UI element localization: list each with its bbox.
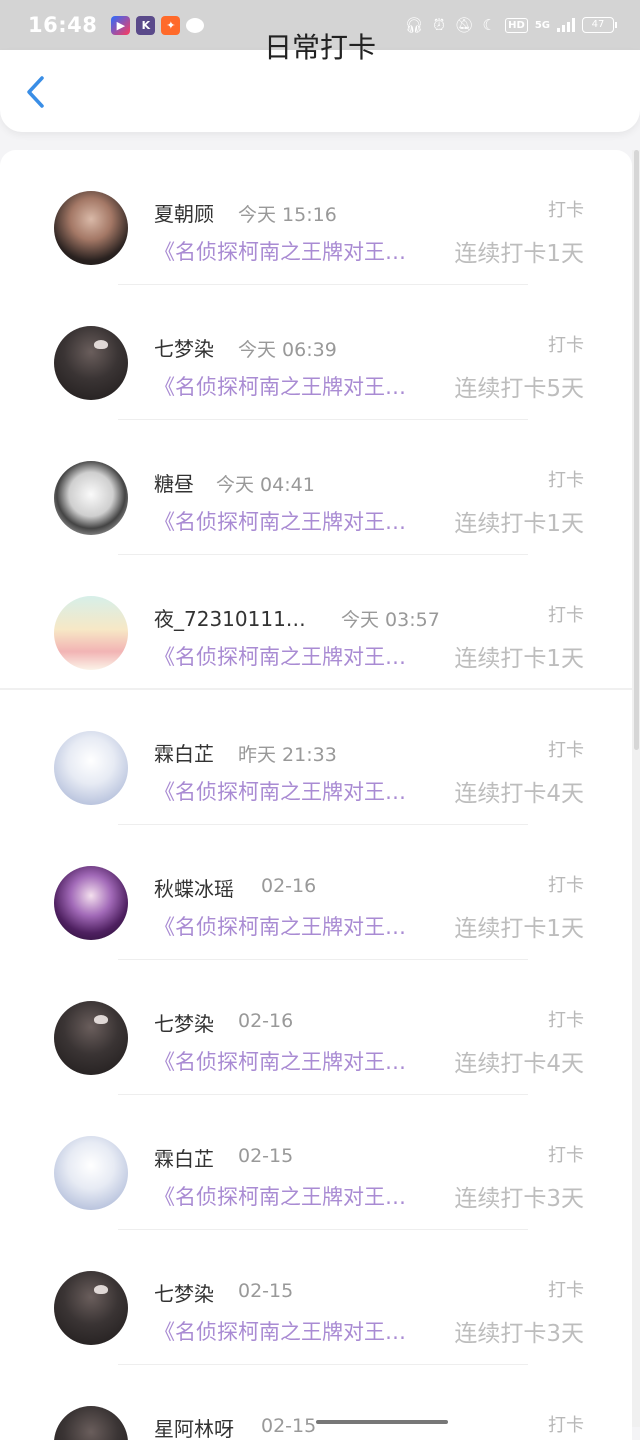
user-name[interactable]: 秋蝶冰瑶 — [154, 873, 234, 902]
checkin-time: 02-15 — [261, 1415, 317, 1437]
book-title-link[interactable]: 《名侦探柯南之王牌对王… — [154, 506, 406, 536]
avatar[interactable] — [54, 596, 128, 670]
book-title-link[interactable]: 《名侦探柯南之王牌对王… — [154, 236, 406, 266]
streak-text: 连续打卡5天 — [454, 376, 584, 402]
user-name[interactable]: 霖白芷 — [154, 738, 214, 767]
streak-text: 连续打卡4天 — [454, 1051, 584, 1077]
checkin-row[interactable]: 霖白芷 昨天 21:33 打卡 《名侦探柯南之王牌对王… 连续打卡4天 — [0, 690, 632, 825]
checkin-time: 今天 06:39 — [238, 339, 337, 361]
checkin-tag: 打卡 — [548, 740, 584, 761]
book-title-link[interactable]: 《名侦探柯南之王牌对王… — [154, 911, 406, 941]
book-title-link[interactable]: 《名侦探柯南之王牌对王… — [154, 371, 406, 401]
checkin-time: 今天 04:41 — [216, 474, 315, 496]
checkin-tag: 打卡 — [548, 200, 584, 221]
checkin-tag: 打卡 — [548, 335, 584, 356]
checkin-tag: 打卡 — [548, 1415, 584, 1436]
checkin-time: 02-16 — [238, 1010, 294, 1032]
checkin-list[interactable]: 夏朝顾 今天 15:16 打卡 《名侦探柯南之王牌对王… 连续打卡1天 七梦染 … — [0, 150, 632, 1440]
checkin-time: 昨天 21:33 — [238, 744, 337, 766]
checkin-time: 今天 15:16 — [238, 204, 337, 226]
streak-text: 连续打卡3天 — [454, 1186, 584, 1212]
checkin-time: 02-15 — [238, 1280, 294, 1302]
book-title-link[interactable]: 《名侦探柯南之王牌对王… — [154, 1181, 406, 1211]
checkin-row[interactable]: 糖昼 今天 04:41 打卡 《名侦探柯南之王牌对王… 连续打卡1天 — [0, 420, 632, 555]
avatar[interactable] — [54, 461, 128, 535]
checkin-tag: 打卡 — [548, 605, 584, 626]
avatar[interactable] — [54, 1271, 128, 1345]
checkin-tag: 打卡 — [548, 1280, 584, 1301]
checkin-row[interactable]: 夜_72310111… 今天 03:57 打卡 《名侦探柯南之王牌对王… 连续打… — [0, 555, 632, 690]
book-title-link[interactable]: 《名侦探柯南之王牌对王… — [154, 1316, 406, 1346]
checkin-time: 02-15 — [238, 1145, 294, 1167]
checkin-time: 今天 03:57 — [341, 609, 440, 631]
section-separator — [0, 688, 640, 690]
checkin-row[interactable]: 霖白芷 02-15 打卡 《名侦探柯南之王牌对王… 连续打卡3天 — [0, 1095, 632, 1230]
scrollbar-thumb[interactable] — [634, 150, 639, 750]
page-title: 日常打卡 — [263, 31, 376, 64]
user-name[interactable]: 霖白芷 — [154, 1143, 214, 1172]
checkin-tag: 打卡 — [548, 1010, 584, 1031]
avatar[interactable] — [54, 1001, 128, 1075]
checkin-row[interactable]: 夏朝顾 今天 15:16 打卡 《名侦探柯南之王牌对王… 连续打卡1天 — [0, 150, 632, 285]
user-name[interactable]: 夜_72310111… — [154, 603, 306, 632]
checkin-tag: 打卡 — [548, 470, 584, 491]
streak-text: 连续打卡1天 — [454, 511, 584, 537]
home-indicator[interactable] — [316, 1420, 448, 1424]
streak-text: 连续打卡1天 — [454, 916, 584, 942]
checkin-row[interactable]: 七梦染 02-15 打卡 《名侦探柯南之王牌对王… 连续打卡3天 — [0, 1230, 632, 1365]
book-title-link[interactable]: 《名侦探柯南之王牌对王… — [154, 1046, 406, 1076]
book-title-link[interactable]: 《名侦探柯南之王牌对王… — [154, 776, 406, 806]
avatar[interactable] — [54, 1136, 128, 1210]
user-name[interactable]: 七梦染 — [154, 333, 214, 362]
avatar[interactable] — [54, 866, 128, 940]
checkin-row[interactable]: 七梦染 今天 06:39 打卡 《名侦探柯南之王牌对王… 连续打卡5天 — [0, 285, 632, 420]
user-name[interactable]: 糖昼 — [154, 468, 194, 497]
checkin-row[interactable]: 星阿林呀 02-15 打卡 — [0, 1365, 632, 1440]
checkin-tag: 打卡 — [548, 1145, 584, 1166]
checkin-row[interactable]: 秋蝶冰瑶 02-16 打卡 《名侦探柯南之王牌对王… 连续打卡1天 — [0, 825, 632, 960]
user-name[interactable]: 夏朝顾 — [154, 198, 214, 227]
checkin-tag: 打卡 — [548, 875, 584, 896]
avatar[interactable] — [54, 1406, 128, 1440]
user-name[interactable]: 七梦染 — [154, 1008, 214, 1037]
streak-text: 连续打卡4天 — [454, 781, 584, 807]
avatar[interactable] — [54, 191, 128, 265]
book-title-link[interactable]: 《名侦探柯南之王牌对王… — [154, 641, 406, 671]
checkin-row[interactable]: 七梦染 02-16 打卡 《名侦探柯南之王牌对王… 连续打卡4天 — [0, 960, 632, 1095]
avatar[interactable] — [54, 326, 128, 400]
checkin-time: 02-16 — [261, 875, 317, 897]
avatar[interactable] — [54, 731, 128, 805]
streak-text: 连续打卡1天 — [454, 241, 584, 267]
user-name[interactable]: 七梦染 — [154, 1278, 214, 1307]
streak-text: 连续打卡1天 — [454, 646, 584, 672]
streak-text: 连续打卡3天 — [454, 1321, 584, 1347]
